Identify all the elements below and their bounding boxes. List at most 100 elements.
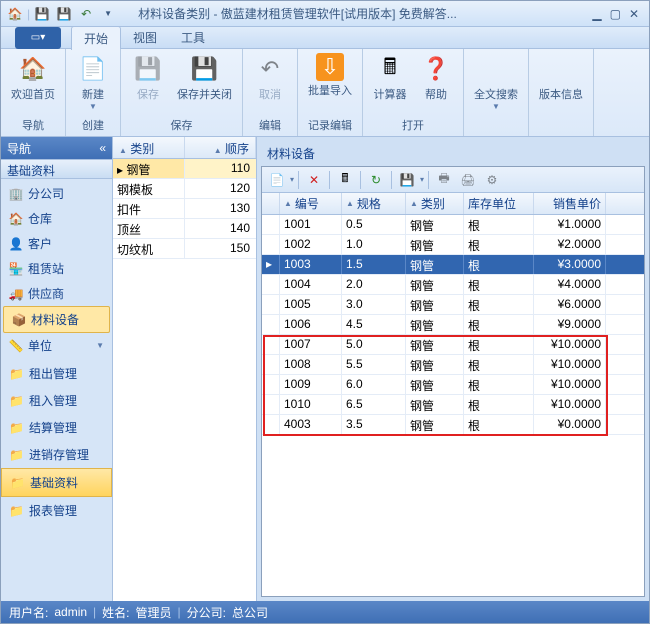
nav-item-label: 分公司 bbox=[28, 185, 64, 202]
home-icon[interactable]: 🏠 bbox=[5, 4, 25, 24]
help-button[interactable]: ❓帮助 bbox=[413, 51, 459, 104]
nav-collapse-icon[interactable]: « bbox=[99, 141, 106, 155]
refresh-button[interactable]: ↻ bbox=[365, 170, 387, 190]
folder-label: 报表管理 bbox=[29, 502, 77, 519]
folder-icon: 📁 bbox=[9, 367, 24, 381]
cat-row[interactable]: 顶丝140 bbox=[113, 219, 256, 239]
info-icon bbox=[545, 53, 577, 85]
folder-item-0[interactable]: 📁 租出管理 bbox=[1, 360, 112, 387]
nav-item-icon: 👤 bbox=[9, 237, 23, 251]
table-row[interactable]: 10096.0钢管根¥10.0000 bbox=[262, 375, 644, 395]
maximize-button[interactable]: ▢ bbox=[610, 7, 621, 21]
cat-row[interactable]: 扣件130 bbox=[113, 199, 256, 219]
table-row[interactable]: 10010.5钢管根¥1.0000 bbox=[262, 215, 644, 235]
row-indicator-col bbox=[262, 193, 280, 214]
table-row[interactable]: 10106.5钢管根¥10.0000 bbox=[262, 395, 644, 415]
cat-row[interactable]: 切纹机150 bbox=[113, 239, 256, 259]
status-user: admin bbox=[54, 605, 87, 619]
tab-start[interactable]: 开始 bbox=[71, 26, 121, 50]
col-cat[interactable]: ▲类别 bbox=[406, 193, 464, 214]
undo-icon: ↶ bbox=[254, 53, 286, 85]
export-button[interactable]: 💾 bbox=[396, 170, 418, 190]
qat-dropdown-icon[interactable]: ▼ bbox=[98, 4, 118, 24]
table-row[interactable]: ▸10031.5钢管根¥3.0000 bbox=[262, 255, 644, 275]
folder-label: 进销存管理 bbox=[29, 446, 89, 463]
cat-col-name[interactable]: ▲ 类别 bbox=[113, 137, 185, 158]
nav-item-icon: 🏠 bbox=[9, 212, 23, 226]
sidebar-item-3[interactable]: 🏪租赁站 bbox=[1, 256, 112, 281]
folder-item-5[interactable]: 📁 报表管理 bbox=[1, 497, 112, 524]
delete-button[interactable]: ✕ bbox=[303, 170, 325, 190]
cancel-button[interactable]: ↶取消 bbox=[247, 51, 293, 104]
col-price[interactable]: 销售单价 bbox=[534, 193, 606, 214]
tab-tool[interactable]: 工具 bbox=[169, 26, 217, 49]
folder-item-4[interactable]: 📁基础资料 bbox=[1, 468, 112, 497]
table-row[interactable]: 10064.5钢管根¥9.0000 bbox=[262, 315, 644, 335]
nav-item-label: 客户 bbox=[28, 235, 52, 252]
sidebar-item-0[interactable]: 🏢 分公司 bbox=[1, 181, 112, 206]
minimize-button[interactable]: ▁ bbox=[592, 7, 601, 21]
save-close-icon: 💾 bbox=[189, 53, 221, 85]
new-button[interactable]: 📄新建▼ bbox=[70, 51, 116, 113]
table-row[interactable]: 10021.0钢管根¥2.0000 bbox=[262, 235, 644, 255]
folder-label: 结算管理 bbox=[29, 419, 77, 436]
calculator-icon: 🖩 bbox=[374, 53, 406, 85]
folder-icon: 📁 bbox=[9, 394, 24, 408]
settings-button[interactable]: ⚙ bbox=[481, 170, 503, 190]
help-icon: ❓ bbox=[420, 53, 452, 85]
sidebar-item-1[interactable]: 🏠仓库 bbox=[1, 206, 112, 231]
window-title: 材料设备类别 - 傲蓝建材租赁管理软件[试用版本] 免费解答... bbox=[118, 5, 592, 22]
grid-calc-button[interactable]: 🖩 bbox=[334, 170, 356, 190]
sidebar-item-5[interactable]: 📦 材料设备 bbox=[3, 306, 110, 333]
folder-label: 基础资料 bbox=[30, 474, 78, 491]
col-unit[interactable]: 库存单位 bbox=[464, 193, 534, 214]
save-icon: 💾 bbox=[132, 53, 164, 85]
table-row[interactable]: 10042.0钢管根¥4.0000 bbox=[262, 275, 644, 295]
version-button[interactable]: 版本信息 bbox=[533, 51, 589, 104]
print-button[interactable]: 🖨 bbox=[457, 170, 479, 190]
save-close-icon[interactable]: 💾 bbox=[54, 4, 74, 24]
import-button[interactable]: ⇩批量导入 bbox=[302, 51, 358, 100]
search-button[interactable]: 全文搜索▼ bbox=[468, 51, 524, 113]
col-spec[interactable]: ▲规格 bbox=[342, 193, 406, 214]
nav-group-basic[interactable]: 基础资料 bbox=[1, 159, 112, 179]
nav-item-label: 材料设备 bbox=[31, 311, 79, 328]
nav-item-label: 单位 bbox=[28, 337, 52, 354]
folder-label: 租出管理 bbox=[29, 365, 77, 382]
nav-item-label: 租赁站 bbox=[28, 260, 64, 277]
cat-row[interactable]: 钢模板120 bbox=[113, 179, 256, 199]
nav-item-icon: 📦 bbox=[12, 313, 26, 327]
folder-label: 租入管理 bbox=[29, 392, 77, 409]
table-row[interactable]: 10053.0钢管根¥6.0000 bbox=[262, 295, 644, 315]
folder-item-1[interactable]: 📁 租入管理 bbox=[1, 387, 112, 414]
status-co: 总公司 bbox=[232, 604, 268, 621]
save-button[interactable]: 💾保存 bbox=[125, 51, 171, 104]
save-close-button[interactable]: 💾保存并关闭 bbox=[171, 51, 238, 104]
app-menu-button[interactable]: ▭▾ bbox=[15, 27, 61, 49]
cat-row[interactable]: ▸ 钢管110 bbox=[113, 159, 256, 179]
sidebar-item-6[interactable]: 📏单位▼ bbox=[1, 333, 112, 358]
new-record-button[interactable]: 📄 bbox=[266, 170, 288, 190]
folder-icon: 📁 bbox=[9, 504, 24, 518]
status-user-label: 用户名: bbox=[9, 604, 48, 621]
table-row[interactable]: 40033.5钢管根¥0.0000 bbox=[262, 415, 644, 435]
status-name: 管理员 bbox=[136, 604, 172, 621]
folder-item-2[interactable]: 📁 结算管理 bbox=[1, 414, 112, 441]
folder-icon: 📁 bbox=[9, 421, 24, 435]
nav-item-icon: 🏢 bbox=[9, 187, 23, 201]
sidebar-item-2[interactable]: 👤 客户 bbox=[1, 231, 112, 256]
save-icon[interactable]: 💾 bbox=[32, 4, 52, 24]
print-preview-button[interactable]: 🖶 bbox=[433, 170, 455, 190]
folder-item-3[interactable]: 📁进销存管理 bbox=[1, 441, 112, 468]
undo-icon[interactable]: ↶ bbox=[76, 4, 96, 24]
welcome-button[interactable]: 🏠欢迎首页 bbox=[5, 51, 61, 104]
cat-col-order[interactable]: ▲ 顺序 bbox=[185, 137, 256, 158]
table-row[interactable]: 10075.0钢管根¥10.0000 bbox=[262, 335, 644, 355]
tab-view[interactable]: 视图 bbox=[121, 26, 169, 49]
table-row[interactable]: 10085.5钢管根¥10.0000 bbox=[262, 355, 644, 375]
import-icon: ⇩ bbox=[316, 53, 344, 81]
sidebar-item-4[interactable]: 🚚供应商 bbox=[1, 281, 112, 306]
close-button[interactable]: ✕ bbox=[629, 7, 639, 21]
col-id[interactable]: ▲编号 bbox=[280, 193, 342, 214]
calc-button[interactable]: 🖩计算器 bbox=[367, 51, 413, 104]
